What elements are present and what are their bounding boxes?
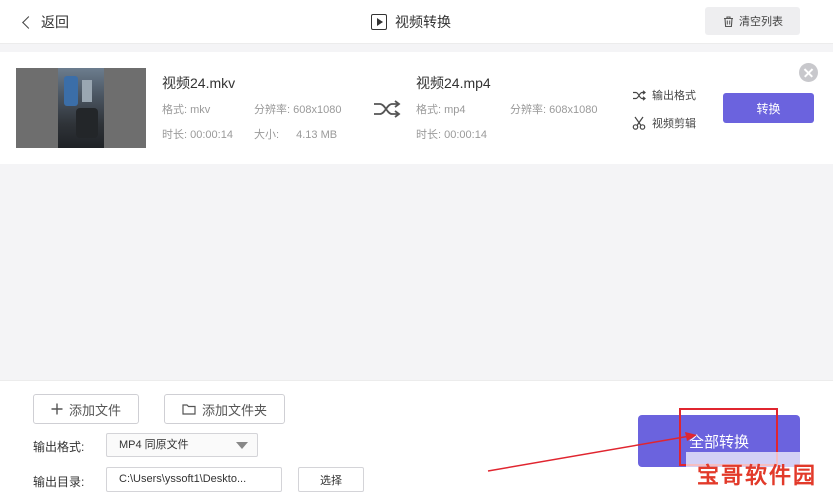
output-dir-label: 输出目录: [33,475,85,489]
output-format-option-label: 输出格式 [652,90,696,102]
back-label: 返回 [41,14,69,30]
output-format-select[interactable]: MP4 同原文件 [106,433,258,457]
output-file-name: 视频24.mp4 [416,75,491,91]
watermark-text: 宝哥软件园 [696,463,817,488]
video-play-icon [371,14,387,30]
scissors-icon [632,116,646,130]
file-item: 视频24.mkv 格式: mkv 分辨率: 608x1080 时长: 00:00… [0,52,833,164]
clear-list-button[interactable]: 清空列表 [705,7,800,35]
add-folder-label: 添加文件夹 [201,402,267,418]
source-size-label: 大小: [254,129,280,141]
source-resolution: 分辨率: 608x1080 [254,104,342,116]
remove-file-icon[interactable] [799,63,818,82]
shuffle-icon [633,89,646,101]
dropdown-caret-icon [236,442,248,449]
trash-icon [724,15,733,27]
clear-list-label: 清空列表 [739,16,783,28]
folder-icon [182,404,196,415]
page-title: 视频转换 [371,12,451,32]
choose-dir-button[interactable]: 选择 [298,467,364,492]
source-size-value: 4.13 MB [296,129,338,141]
output-format-option[interactable]: 输出格式 [632,87,696,103]
source-file-name: 视频24.mkv [162,75,236,91]
back-button[interactable]: 返回 [22,12,69,32]
video-thumbnail [16,68,146,148]
source-size: 大小: 4.13 MB [254,126,337,142]
top-bar: 返回 视频转换 清空列表 [0,0,833,44]
source-format: 格式: mkv [162,104,211,116]
output-duration: 时长: 00:00:14 [416,129,487,141]
output-format: 格式: mp4 [416,104,466,116]
page-title-text: 视频转换 [395,14,451,30]
video-edit-option[interactable]: 视频剪辑 [632,115,696,131]
plus-icon [51,403,63,415]
shuffle-convert-icon [374,100,401,118]
video-edit-option-label: 视频剪辑 [652,118,696,130]
output-resolution: 分辨率: 608x1080 [510,104,598,116]
output-format-value: MP4 同原文件 [119,439,189,451]
add-folder-button[interactable]: 添加文件夹 [164,394,285,424]
output-dir-field[interactable]: C:\Users\yssoft1\Deskto... [106,467,282,492]
watermark-logo: 宝哥软件园 [686,452,828,496]
convert-button[interactable]: 转换 [723,93,814,123]
source-duration: 时长: 00:00:14 [162,129,233,141]
output-format-label: 输出格式: [33,440,85,454]
add-file-button[interactable]: 添加文件 [33,394,139,424]
add-file-label: 添加文件 [68,402,121,418]
chevron-left-icon [22,15,35,29]
